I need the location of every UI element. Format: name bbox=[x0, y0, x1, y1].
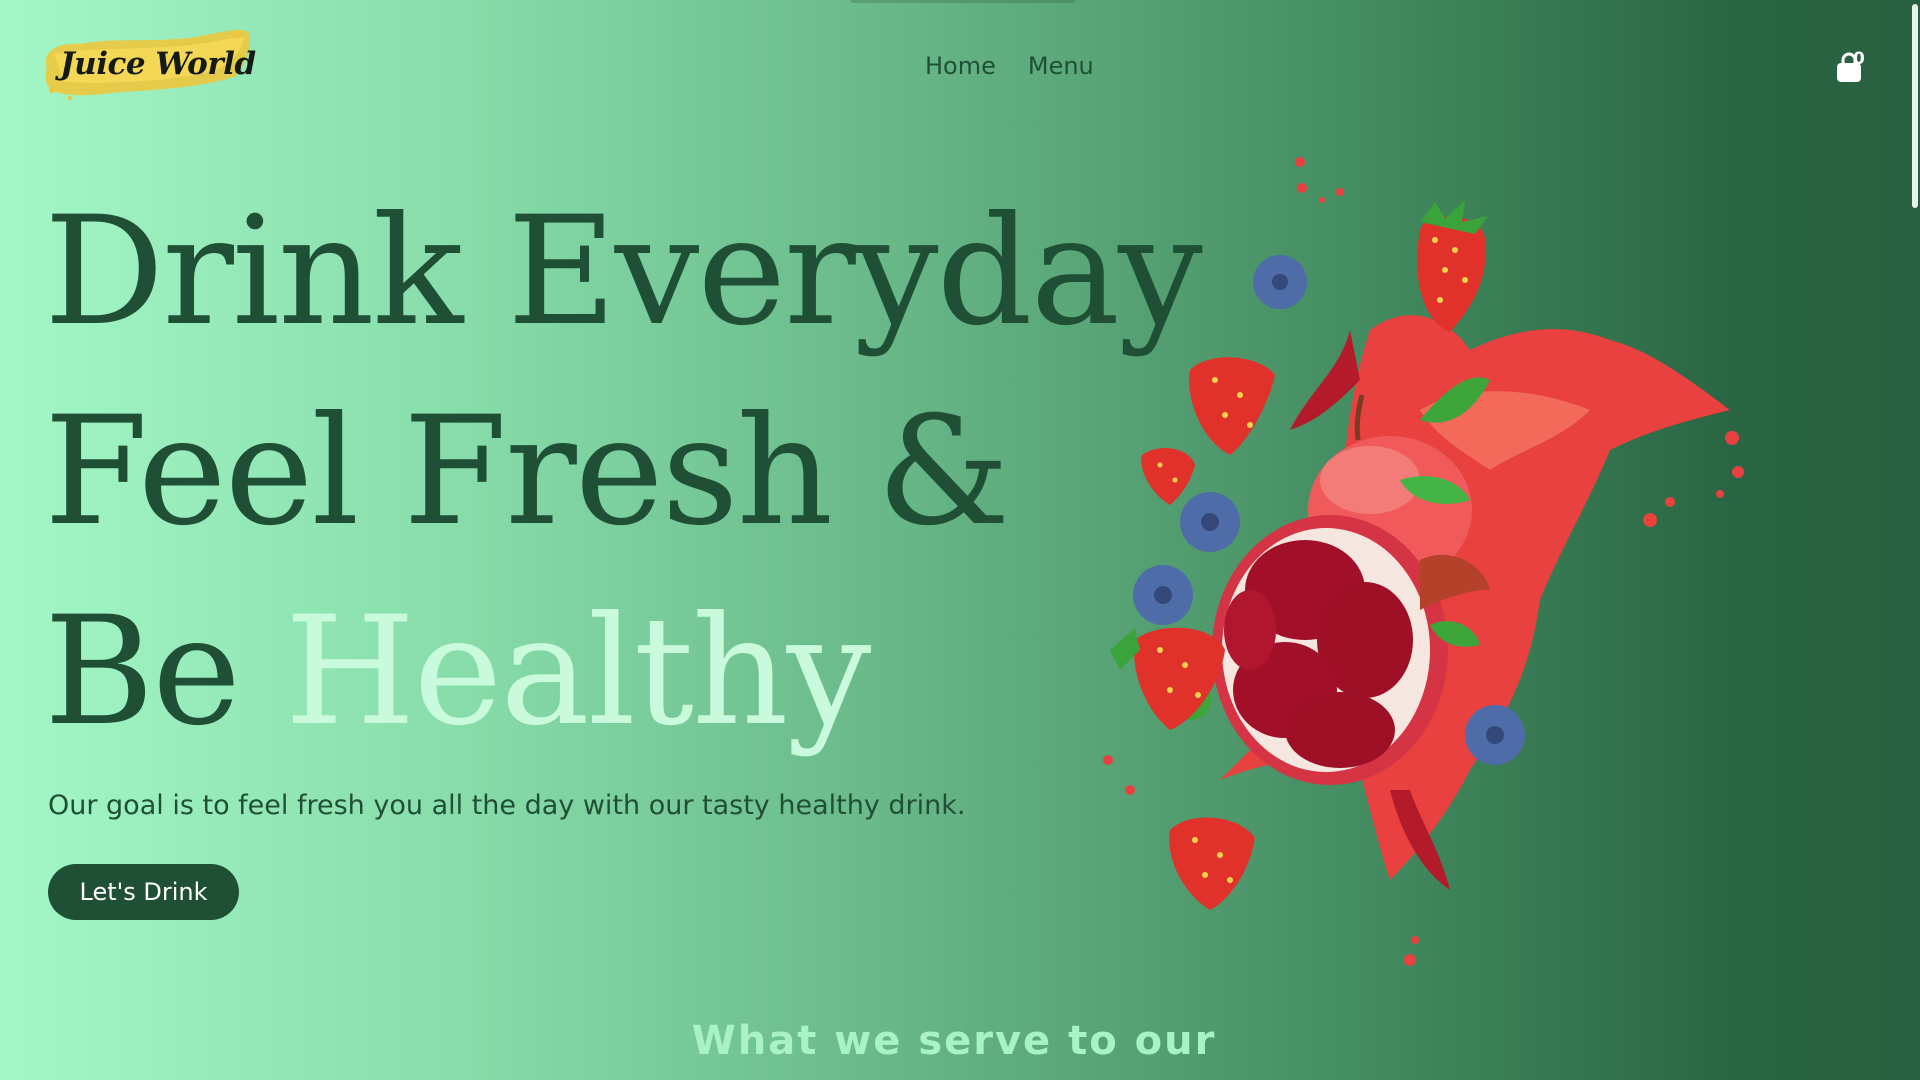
logo-text: Juice World bbox=[60, 46, 256, 82]
section-heading: What we serve to our bbox=[691, 1018, 1217, 1064]
blueberry bbox=[1465, 705, 1525, 765]
strawberry bbox=[1110, 627, 1225, 730]
hero-subtitle: Our goal is to feel fresh you all the da… bbox=[48, 790, 966, 821]
fruit-splash-illustration bbox=[1103, 157, 1744, 966]
logo[interactable]: Juice World bbox=[40, 24, 256, 104]
blueberry bbox=[1253, 255, 1307, 309]
blueberry bbox=[1180, 492, 1240, 552]
cart-count-badge: 0 bbox=[1853, 49, 1865, 69]
nav-menu-link[interactable]: Menu bbox=[1028, 52, 1094, 80]
lets-drink-button[interactable]: Let's Drink bbox=[48, 864, 239, 920]
hero-heading-prefix: Be bbox=[44, 585, 241, 759]
scrollbar-thumb[interactable] bbox=[1912, 4, 1918, 208]
strawberry bbox=[1169, 817, 1255, 910]
top-decorative-line bbox=[850, 0, 1075, 3]
blueberry bbox=[1133, 565, 1193, 625]
hero-heading-line-1: Drink Everyday bbox=[44, 185, 1203, 359]
main-nav: Home Menu bbox=[925, 52, 1094, 80]
strawberry bbox=[1417, 200, 1488, 332]
strawberry bbox=[1189, 357, 1275, 455]
hero-heading-line-3: Be Healthy bbox=[44, 597, 871, 747]
scrollbar-track[interactable] bbox=[1908, 0, 1920, 1080]
strawberry bbox=[1141, 447, 1195, 505]
hero-heading-accent: Healthy bbox=[284, 585, 872, 759]
nav-home-link[interactable]: Home bbox=[925, 52, 996, 80]
hero-heading-line-2: Feel Fresh & bbox=[44, 385, 1010, 559]
cart-button[interactable]: 0 bbox=[1834, 48, 1874, 84]
